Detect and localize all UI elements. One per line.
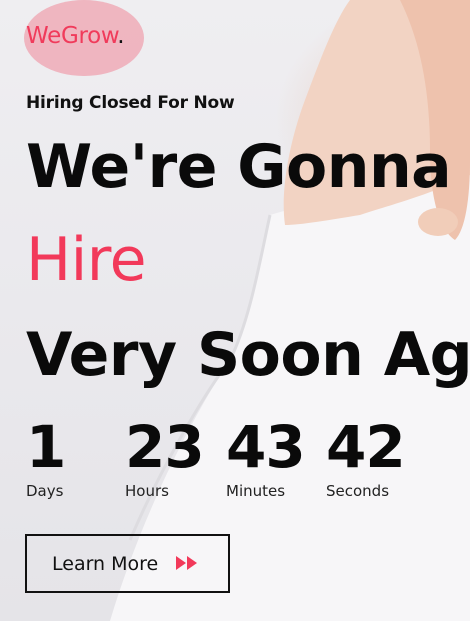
countdown-hours: 23 Hours <box>125 413 205 500</box>
fast-forward-icon <box>176 556 197 570</box>
hiring-status: Hiring Closed For Now <box>26 93 235 113</box>
countdown-hours-value: 23 <box>125 413 205 481</box>
headline-line-3: Very Soon Again <box>26 320 470 390</box>
headline-line-1: We're Gonna <box>26 132 452 202</box>
brand-logo[interactable]: WeGrow. <box>26 23 125 49</box>
countdown-seconds-label: Seconds <box>326 482 390 500</box>
countdown-days: 1 Days <box>26 413 66 500</box>
countdown-minutes-value: 43 <box>226 413 306 481</box>
countdown-hours-label: Hours <box>125 482 169 500</box>
headline-line-2: Hire <box>26 225 147 295</box>
learn-more-button[interactable]: Learn More <box>25 534 230 593</box>
countdown-seconds: 42 Seconds <box>326 413 406 500</box>
countdown-minutes-label: Minutes <box>226 482 286 500</box>
brand-name: WeGrow <box>26 23 118 49</box>
brand-dot: . <box>117 23 125 49</box>
countdown-minutes: 43 Minutes <box>226 413 306 500</box>
learn-more-label: Learn More <box>52 552 159 575</box>
countdown-days-label: Days <box>26 482 64 500</box>
hero-section: WeGrow. Hiring Closed For Now We're Gonn… <box>0 0 470 621</box>
thumbnail-shape <box>418 208 458 236</box>
countdown-seconds-value: 42 <box>326 413 406 481</box>
countdown-days-value: 1 <box>26 413 66 481</box>
